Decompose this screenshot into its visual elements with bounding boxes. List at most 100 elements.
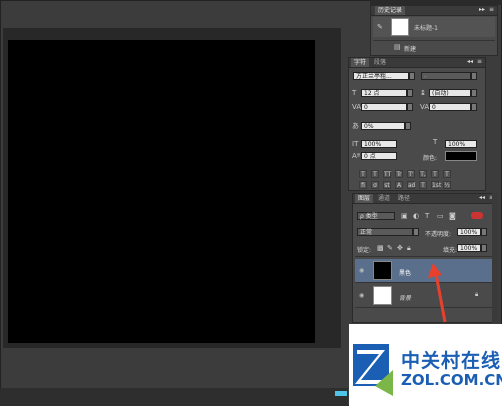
font-family-dropdown[interactable]: [409, 72, 415, 80]
stylistic-alternates-button[interactable]: ad: [407, 181, 416, 189]
history-tabbar: 历史记录 ▸▸ ≡: [371, 6, 497, 16]
tsume-icon: あ: [352, 122, 359, 130]
baseline-icon: Aª: [352, 152, 361, 160]
lock-image-icon[interactable]: ✎: [387, 244, 393, 252]
lock-all-icon[interactable]: 🔒︎: [407, 244, 411, 252]
tab-layers[interactable]: 图层: [355, 194, 374, 203]
tracking-field[interactable]: 0: [429, 103, 471, 111]
zol-watermark: 中关村在线 ZOL.COM.CN: [349, 324, 502, 406]
collapse-icon[interactable]: ▸▸: [479, 6, 485, 13]
tracking-icon: VA: [420, 103, 430, 111]
color-label: 颜色:: [423, 155, 438, 162]
fill-field[interactable]: 100%: [457, 244, 481, 252]
character-tabbar: 字符 段落 ◂◂ ≡: [349, 58, 485, 68]
visibility-eye-icon[interactable]: ◉: [359, 292, 364, 299]
font-size-icon: T: [352, 89, 357, 97]
tab-channels[interactable]: 通道: [375, 194, 393, 203]
font-style-dropdown[interactable]: [471, 72, 477, 80]
faux-bold-button[interactable]: T: [359, 170, 367, 178]
visibility-eye-icon[interactable]: ◉: [359, 267, 364, 274]
layer-name[interactable]: 背景: [399, 293, 411, 302]
filter-toggle-switch[interactable]: [471, 212, 483, 219]
tsume-field[interactable]: 0%: [361, 122, 405, 130]
layer-thumbnail: [373, 261, 392, 280]
strikethrough-button[interactable]: T: [443, 170, 451, 178]
ordinals-button[interactable]: 1st: [431, 181, 441, 189]
collapse-icon[interactable]: ◂◂: [479, 194, 485, 201]
font-style-select[interactable]: -: [421, 72, 471, 80]
character-panel: 字符 段落 ◂◂ ≡ 方正兰亭粗... - T 12 点 ↨ (自动) VA 0…: [348, 57, 486, 191]
discretionary-ligature-button[interactable]: st: [383, 181, 391, 189]
opacity-field[interactable]: 100%: [457, 228, 481, 236]
panel-menu-icon[interactable]: ≡: [489, 6, 494, 13]
annotation-arrow: [428, 263, 447, 323]
font-family-select[interactable]: 方正兰亭粗...: [353, 72, 409, 80]
small-caps-button[interactable]: Tr: [395, 170, 403, 178]
blend-mode-select[interactable]: 正常: [357, 228, 413, 236]
lock-transparent-icon[interactable]: ▩: [377, 244, 384, 252]
leading-dropdown[interactable]: [471, 89, 477, 97]
layer-filter-select[interactable]: ρ 类型: [357, 212, 395, 220]
font-size-field[interactable]: 12 点: [361, 89, 407, 97]
type-style-buttons: T T TT Tr T' T, T T: [359, 170, 469, 178]
contextual-alternates-button[interactable]: σ: [371, 181, 379, 189]
collapse-icon[interactable]: ◂◂: [467, 58, 473, 65]
layer-name[interactable]: 黑色: [399, 268, 411, 277]
ligature-button[interactable]: fi: [359, 181, 367, 189]
scroll-indicator[interactable]: [335, 391, 347, 396]
kerning-dropdown[interactable]: [407, 103, 413, 111]
layer-lock-icon: 🔒︎: [475, 291, 479, 298]
document-canvas[interactable]: [8, 40, 315, 343]
kerning-field[interactable]: 0: [361, 103, 407, 111]
layer-thumbnail: [373, 286, 392, 305]
all-caps-button[interactable]: TT: [383, 170, 391, 178]
kerning-icon: VA: [352, 103, 362, 111]
fractions-button[interactable]: ½: [443, 181, 451, 189]
opentype-buttons: fi σ st A ad T 1st ½: [359, 181, 469, 189]
lock-position-icon[interactable]: ✥: [397, 244, 403, 252]
filter-smart-object-icon[interactable]: ◙: [449, 212, 456, 220]
zol-logo-icon: [353, 344, 393, 396]
filter-adjustment-icon[interactable]: ◐: [413, 212, 419, 220]
swash-button[interactable]: A: [395, 181, 403, 189]
watermark-en-text: ZOL.COM.CN: [401, 371, 502, 389]
history-doc-name: 未标题-1: [414, 25, 438, 32]
opacity-dropdown[interactable]: [481, 228, 487, 236]
fill-label: 填充:: [443, 247, 458, 254]
tab-paths[interactable]: 路径: [395, 194, 413, 203]
tsume-dropdown[interactable]: [405, 122, 411, 130]
panel-menu-icon[interactable]: ≡: [477, 58, 482, 65]
fill-dropdown[interactable]: [481, 244, 487, 252]
tab-history[interactable]: 历史记录: [375, 6, 406, 15]
history-panel: 历史记录 ▸▸ ≡ ✎ 未标题-1 ▤ 新建: [370, 5, 498, 56]
layers-tabbar: 图层 通道 路径 ◂◂ ≡: [353, 194, 497, 204]
subscript-button[interactable]: T,: [419, 170, 427, 178]
font-size-dropdown[interactable]: [407, 89, 413, 97]
filter-pixel-icon[interactable]: ▣: [401, 212, 408, 220]
lock-label: 锁定:: [357, 247, 372, 254]
tab-character[interactable]: 字符: [351, 58, 370, 67]
leading-field[interactable]: (自动): [429, 89, 471, 97]
filter-shape-icon[interactable]: ▭: [437, 212, 444, 220]
layers-scrollbar[interactable]: [492, 193, 498, 323]
vertical-scale-field[interactable]: 100%: [361, 140, 397, 148]
underline-button[interactable]: T: [431, 170, 439, 178]
snapshot-thumbnail: [391, 18, 409, 36]
filter-type-icon[interactable]: T: [425, 212, 429, 220]
history-snapshot-row[interactable]: ✎ 未标题-1: [373, 17, 495, 37]
blend-mode-dropdown[interactable]: [413, 228, 419, 236]
status-bar: [0, 388, 348, 406]
tracking-dropdown[interactable]: [471, 103, 477, 111]
watermark-cn-text: 中关村在线: [401, 350, 502, 372]
horizontal-scale-field[interactable]: 100%: [445, 140, 477, 148]
tab-paragraph[interactable]: 段落: [371, 58, 389, 67]
faux-italic-button[interactable]: T: [371, 170, 379, 178]
leading-icon: ↨: [420, 89, 426, 97]
history-item-new[interactable]: ▤ 新建: [373, 40, 495, 53]
history-brush-icon: ✎: [377, 23, 383, 31]
baseline-field[interactable]: 0 点: [361, 152, 397, 160]
titling-alternates-button[interactable]: T: [419, 181, 427, 189]
horizontal-scale-icon: T: [433, 138, 438, 146]
text-color-swatch[interactable]: [445, 151, 477, 161]
superscript-button[interactable]: T': [407, 170, 415, 178]
